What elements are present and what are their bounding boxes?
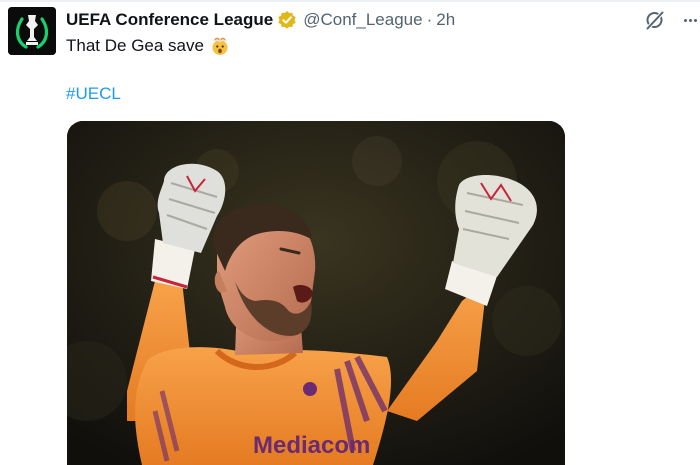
uecl-trophy-logo-icon [8,7,56,55]
goalkeeper-celebration-photo: Mediacom [67,121,565,465]
separator-dot: · [426,10,433,29]
tweet-timestamp[interactable]: 2h [436,10,455,30]
author-handle[interactable]: @Conf_League [303,10,422,30]
tweet-photo[interactable]: Mediacom [67,121,565,465]
verified-badge-icon[interactable] [277,10,297,30]
exploding-head-emoji-icon [210,36,230,56]
hashtag-link[interactable]: #UECL [66,84,121,104]
tweet-header: UEFA Conference League @Conf_League · 2h [66,8,455,32]
avatar[interactable] [8,7,56,55]
tweet-text: That De Gea save [66,36,230,56]
jersey-sponsor-text: Mediacom [253,432,370,459]
author-display-name[interactable]: UEFA Conference League [66,10,273,30]
grok-icon[interactable] [643,8,667,32]
previous-tweet-edge [0,0,700,2]
more-icon[interactable] [680,8,700,32]
tweet-body-text: That De Gea save [66,36,204,55]
